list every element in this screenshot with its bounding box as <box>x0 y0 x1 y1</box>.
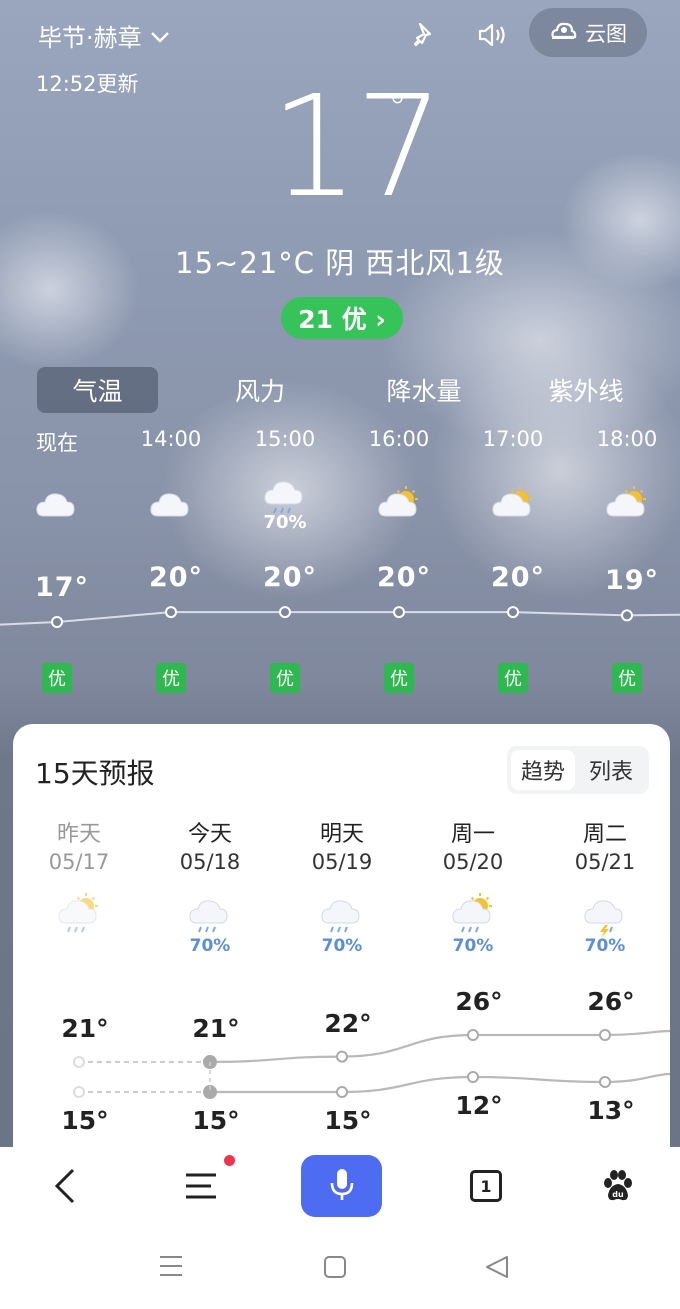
forecast-card: 15天预报 趋势 列表 昨天 05/17 21° 15° 今天 05/18 70% 21° 15… <box>13 724 670 1164</box>
location-selector[interactable]: 毕节·赫章 <box>38 18 170 53</box>
tab-temperature[interactable]: 气温 <box>37 367 158 413</box>
tab-uv[interactable]: 紫外线 <box>526 367 646 413</box>
temp-point <box>599 1076 611 1088</box>
weather-summary: 15~21°C 阴 西北风1级 <box>175 246 505 280</box>
day-date: 05/19 <box>311 850 373 874</box>
temp-point <box>467 1029 479 1041</box>
voice-search-button[interactable] <box>301 1155 382 1217</box>
hour-time: 18:00 <box>596 427 658 451</box>
hourly-point <box>507 606 519 619</box>
temp-point <box>467 1071 479 1083</box>
air-quality-badge: 优 <box>270 663 300 693</box>
hour-temp: 17° <box>34 572 90 603</box>
day-date: 05/18 <box>179 850 241 874</box>
view-toggle: 趋势 列表 <box>507 746 649 794</box>
baidu-paw-icon[interactable]: du <box>596 1155 640 1217</box>
temp-point <box>599 1029 611 1041</box>
bottom-nav: 1 du <box>0 1147 680 1225</box>
tabs-button[interactable]: 1 <box>464 1155 508 1217</box>
cloud-map-label: 云图 <box>585 21 627 46</box>
precip-chance: 70% <box>189 936 231 956</box>
recent-apps-icon[interactable] <box>158 1253 184 1283</box>
hour-time: 16:00 <box>368 427 430 451</box>
daily-temp-lines <box>73 1029 670 1099</box>
hour-time: 15:00 <box>254 427 316 451</box>
hourly-line-path <box>0 611 680 626</box>
chevron-down-icon <box>150 22 170 50</box>
home-icon[interactable] <box>323 1255 347 1283</box>
tab-count: 1 <box>480 1176 492 1196</box>
weather-icon <box>570 482 680 532</box>
notification-dot <box>224 1155 235 1166</box>
speaker-icon[interactable] <box>477 20 507 50</box>
cloud-map-button[interactable]: 云图 <box>529 8 647 57</box>
day-name: 周一 <box>450 822 495 847</box>
weather-icon <box>19 889 139 939</box>
day-name: 明天 <box>319 822 364 847</box>
toggle-list[interactable]: 列表 <box>579 750 643 790</box>
temp-point <box>73 1086 85 1098</box>
system-nav <box>0 1225 680 1309</box>
air-quality-badge: 优 <box>42 663 72 693</box>
hour-temp: 20° <box>376 562 432 594</box>
weather-icon <box>0 482 114 532</box>
location-name: 毕节·赫章 <box>38 24 142 52</box>
back-icon[interactable] <box>40 1155 90 1217</box>
current-temperature: 17 <box>270 66 444 229</box>
precip-chance: 70% <box>584 936 626 956</box>
hour-temp: 20° <box>148 562 204 594</box>
day-date: 05/21 <box>574 850 636 874</box>
precip-chance: 70% <box>321 936 363 956</box>
air-quality-badge: 优 <box>498 663 528 693</box>
day-name: 周二 <box>582 822 627 847</box>
hour-temp: 20° <box>490 562 546 594</box>
hourly-point <box>51 616 63 628</box>
day-date: 05/17 <box>48 850 110 874</box>
hourly-point <box>279 606 291 619</box>
forecast-title: 15天预报 <box>35 757 155 790</box>
hour-temp: 19° <box>604 565 660 597</box>
weather-icon <box>282 889 402 939</box>
update-time: 12:52更新 <box>36 72 139 96</box>
weather-icon <box>545 889 665 939</box>
day-date: 05/20 <box>442 850 504 874</box>
toggle-trend[interactable]: 趋势 <box>511 750 575 790</box>
degree-symbol: ° <box>388 86 407 130</box>
back-triangle-icon[interactable] <box>484 1254 510 1284</box>
air-quality-badge: 优 <box>156 663 186 693</box>
weather-icon <box>150 889 270 939</box>
hour-time: 现在 <box>36 431 78 455</box>
weather-icon <box>456 482 570 532</box>
tab-wind[interactable]: 风力 <box>200 367 320 413</box>
hour-time: 17:00 <box>482 427 544 451</box>
tab-precipitation[interactable]: 降水量 <box>364 367 484 413</box>
hourly-point <box>393 606 405 619</box>
temp-point <box>336 1050 348 1063</box>
hour-time: 14:00 <box>140 427 202 451</box>
day-name: 今天 <box>187 822 232 847</box>
precip-chance: 70% <box>263 512 307 533</box>
weather-icon <box>114 482 228 532</box>
hourly-point <box>621 609 633 622</box>
temp-point <box>73 1056 85 1068</box>
hourly-point <box>165 606 177 619</box>
weather-icon <box>342 482 456 532</box>
location-pin-icon[interactable] <box>409 20 439 50</box>
menu-icon[interactable] <box>176 1155 235 1217</box>
day-name: 昨天 <box>56 822 101 847</box>
weather-icon <box>413 889 533 939</box>
aqi-button[interactable]: 21 优 › <box>281 297 403 339</box>
mic-icon <box>329 1167 355 1205</box>
precip-chance: 70% <box>452 936 494 956</box>
air-quality-badge: 优 <box>384 663 414 693</box>
hour-temp: 20° <box>262 562 318 594</box>
svg-text:du: du <box>612 1190 624 1199</box>
tabs-icon: 1 <box>470 1170 502 1202</box>
temp-point <box>336 1086 348 1098</box>
air-quality-badge: 优 <box>612 663 642 693</box>
cloud-map-icon <box>549 17 577 48</box>
metric-tabs: 气温 风力 降水量 紫外线 <box>0 367 680 413</box>
